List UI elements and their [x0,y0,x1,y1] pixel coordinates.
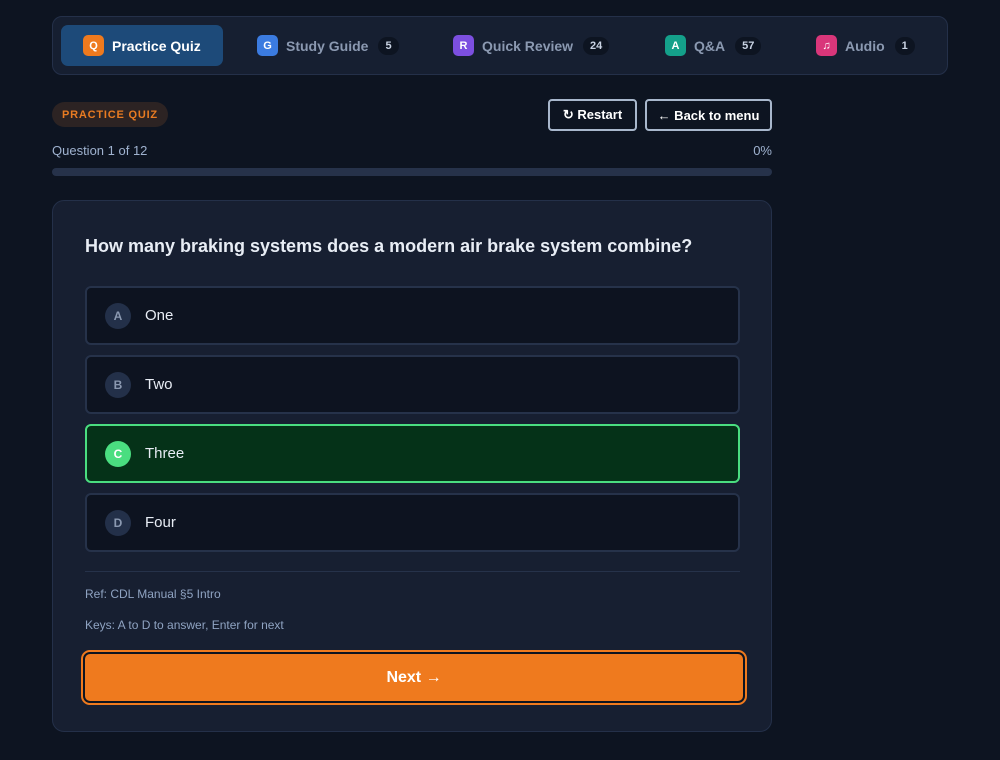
keyboard-hint: Keys: A to D to answer, Enter for next [85,618,284,632]
tab-count-badge: 24 [583,36,610,55]
tab-label: Audio [845,37,885,54]
tab-quick-review[interactable]: R Quick Review 24 [431,25,631,66]
option-letter-badge: A [105,302,131,329]
tab-count-badge: 5 [378,36,399,55]
tab-label: Practice Quiz [112,37,201,54]
question-text: How many braking systems does a modern a… [85,236,693,256]
answer-option-b[interactable]: B Two [85,355,740,414]
answer-option-a[interactable]: A One [85,286,740,345]
option-text: Four [145,514,176,531]
tab-count-badge: 1 [894,36,915,55]
divider [85,571,740,572]
tab-label: Study Guide [286,37,369,54]
restart-button[interactable]: ↻ Restart [548,99,637,131]
option-text: One [145,307,174,324]
tab-practice-quiz[interactable]: Q Practice Quiz [61,25,223,66]
section-tab-bar: Q Practice Quiz G Study Guide 5 R Quick … [52,16,948,75]
q-and-a-icon: A [665,35,686,56]
answer-option-c[interactable]: C Three [85,424,740,483]
progress-bar [52,168,772,176]
tab-q-and-a[interactable]: A Q&A 57 [643,25,783,66]
option-text: Three [145,445,185,462]
study-guide-icon: G [257,35,278,56]
tab-audio[interactable]: ♫ Audio 1 [794,25,937,66]
back-to-menu-button[interactable]: ← Back to menu [645,99,772,131]
question-card: How many braking systems does a modern a… [52,200,772,732]
mode-badge: PRACTICE QUIZ [52,102,168,127]
tab-label: Quick Review [482,37,574,54]
answer-option-d[interactable]: D Four [85,493,740,552]
next-button[interactable]: Next → [81,650,747,705]
reference-note: Ref: CDL Manual §5 Intro [85,587,221,601]
tab-study-guide[interactable]: G Study Guide 5 [235,25,421,66]
option-letter-badge: C [105,440,131,467]
option-letter-badge: D [105,509,131,536]
music-note-icon: ♫ [816,35,837,56]
option-letter-badge: B [105,371,131,398]
quick-review-icon: R [453,35,474,56]
practice-quiz-icon: Q [83,35,104,56]
question-counter: Question 1 of 12 [52,143,148,158]
progress-percent: 0% [753,143,772,158]
tab-count-badge: 57 [735,36,762,55]
tab-label: Q&A [694,37,726,54]
option-text: Two [145,376,173,393]
